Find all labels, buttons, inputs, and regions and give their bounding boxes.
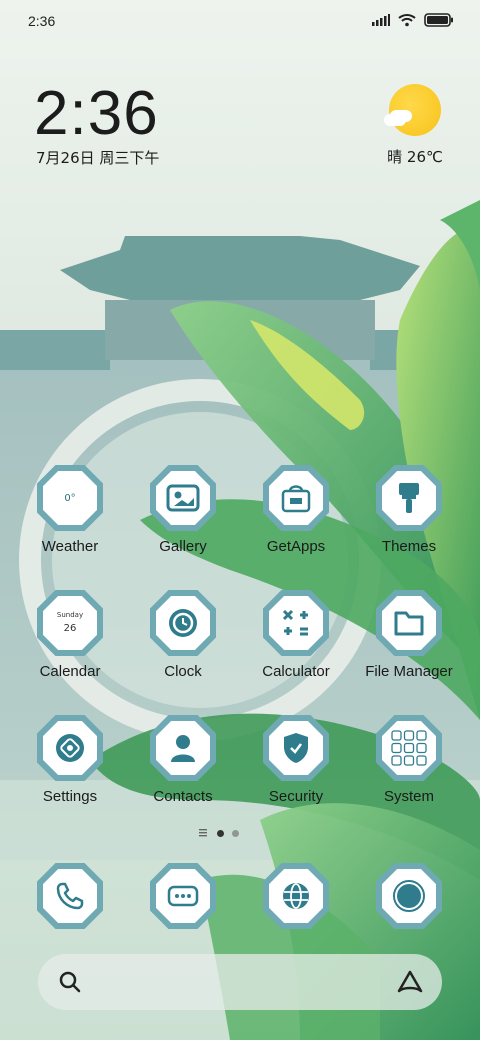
- phone-icon: [43, 869, 97, 923]
- cloud-icon: [384, 114, 406, 126]
- app-label-weather: Weather: [41, 538, 99, 555]
- weather-widget-text: 晴 26℃: [387, 148, 443, 166]
- status-bar: 2:36: [0, 0, 480, 40]
- app-security[interactable]: Security: [240, 715, 352, 814]
- wifi-icon: [398, 14, 416, 27]
- app-label-calculator: Calculator: [262, 663, 330, 680]
- search-bar[interactable]: [38, 954, 442, 1010]
- browser-icon: [269, 869, 323, 923]
- app-label-themes: Themes: [381, 538, 437, 555]
- camera-icon: [382, 869, 436, 923]
- app-label-getapps: GetApps: [266, 538, 326, 555]
- calendar-icon: Sunday 26: [43, 596, 97, 650]
- page-dot-active: [217, 829, 224, 837]
- calendar-day-name: Sunday: [56, 611, 84, 619]
- calendar-day-number: 26: [63, 623, 77, 634]
- folder-icon: [382, 596, 436, 650]
- app-getapps[interactable]: GetApps: [240, 465, 352, 564]
- app-weather[interactable]: 0° Weather: [14, 465, 126, 564]
- dock-browser[interactable]: [240, 863, 352, 930]
- security-icon: [269, 721, 323, 775]
- app-label-calendar: Calendar: [39, 663, 101, 680]
- assistant-icon[interactable]: [396, 969, 424, 995]
- battery-icon: [424, 13, 453, 27]
- app-label-settings: Settings: [42, 788, 98, 805]
- app-contacts[interactable]: Contacts: [127, 715, 239, 814]
- app-clock[interactable]: Clock: [127, 590, 239, 689]
- app-label-contacts: Contacts: [153, 788, 213, 805]
- clock-icon: [156, 596, 210, 650]
- sun-icon: [389, 84, 441, 136]
- clock-widget-date[interactable]: 7月26日 周三下午: [36, 147, 159, 168]
- page-indicator[interactable]: [199, 829, 239, 837]
- settings-icon: [43, 721, 97, 775]
- dock-camera[interactable]: [353, 863, 465, 930]
- app-file-manager[interactable]: File Manager: [353, 590, 465, 689]
- signal-icon: [372, 14, 390, 26]
- clock-widget-time[interactable]: 2:36: [34, 78, 159, 149]
- app-label-file-manager: File Manager: [365, 663, 453, 680]
- app-settings[interactable]: Settings: [14, 715, 126, 814]
- app-themes[interactable]: Themes: [353, 465, 465, 564]
- app-system-folder[interactable]: System: [353, 715, 465, 814]
- app-label-clock: Clock: [164, 663, 202, 680]
- dock-phone[interactable]: [14, 863, 126, 930]
- messages-icon: [156, 869, 210, 923]
- app-label-security: Security: [268, 788, 324, 805]
- weather-widget[interactable]: 晴 26℃: [380, 84, 450, 166]
- app-label-system: System: [383, 788, 434, 805]
- app-drawer-indicator-icon: [199, 829, 207, 837]
- status-time: 2:36: [28, 13, 56, 29]
- page-dot: [232, 829, 239, 837]
- search-icon[interactable]: [58, 970, 82, 994]
- getapps-icon: [269, 471, 323, 525]
- dock-messages[interactable]: [127, 863, 239, 930]
- gallery-icon: [156, 471, 210, 525]
- weather-icon: 0°: [43, 471, 97, 525]
- calculator-icon: [269, 596, 323, 650]
- app-gallery[interactable]: Gallery: [127, 465, 239, 564]
- app-calculator[interactable]: Calculator: [240, 590, 352, 689]
- weather-icon-value: 0°: [64, 492, 76, 504]
- system-folder-icon: [382, 721, 436, 775]
- app-label-gallery: Gallery: [159, 538, 207, 555]
- home-screen: 2:36 2:36 7月26日 周三下午 晴 26℃ 0° Weather Ga…: [0, 0, 480, 1040]
- themes-icon: [382, 471, 436, 525]
- app-calendar[interactable]: Sunday 26 Calendar: [14, 590, 126, 689]
- contacts-icon: [156, 721, 210, 775]
